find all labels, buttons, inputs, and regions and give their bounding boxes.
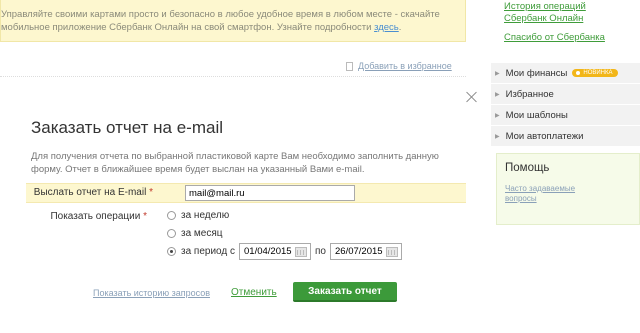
banner-line-1: Управляйте своими картами просто и безоп… bbox=[1, 9, 440, 20]
banner-line-2: мобильное приложение Сбербанк Онлайн на … bbox=[1, 21, 455, 34]
badge-label: НОВИНКА bbox=[583, 70, 613, 76]
sidebar-item-my-finances[interactable]: ▶ Мои финансы НОВИНКА bbox=[491, 63, 640, 84]
divider bbox=[0, 76, 466, 77]
show-operations-label-text: Показать операции bbox=[50, 211, 141, 222]
document-icon bbox=[346, 61, 353, 71]
sidebar-menu: ▶ Мои финансы НОВИНКА ▶ Избранное ▶ Мои … bbox=[491, 63, 640, 147]
radio-period-label: за период с bbox=[181, 246, 236, 257]
close-icon[interactable] bbox=[466, 91, 478, 103]
history-link-line-1: История операций bbox=[504, 1, 586, 12]
radio-period[interactable]: за период с 01/04/2015 по 26/07/2015 bbox=[167, 243, 406, 260]
promo-banner: Управляйте своими картами просто и безоп… bbox=[0, 0, 466, 42]
dialog-description: Для получения отчета по выбранной пласти… bbox=[31, 151, 439, 175]
faq-link[interactable]: Часто задаваемые вопросы bbox=[505, 184, 639, 204]
email-input[interactable] bbox=[185, 185, 355, 201]
sidebar-item-label: Мои шаблоны bbox=[505, 109, 568, 121]
chevron-right-icon: ▶ bbox=[495, 70, 500, 77]
radio-button-checked[interactable] bbox=[167, 247, 176, 256]
required-mark: * bbox=[149, 187, 153, 198]
radio-month-label: за месяц bbox=[181, 228, 223, 239]
show-history-link[interactable]: Показать историю запросов bbox=[93, 288, 210, 298]
help-title: Помощь bbox=[505, 162, 550, 174]
sidebar-item-templates[interactable]: ▶ Мои шаблоны bbox=[491, 105, 640, 126]
history-link-line-2: Сбербанк Онлайн bbox=[504, 13, 584, 24]
cancel-link[interactable]: Отменить bbox=[231, 287, 277, 298]
radio-button[interactable] bbox=[167, 229, 176, 238]
date-from-value: 01/04/2015 bbox=[244, 246, 292, 257]
email-row: Выслать отчет на E-mail * bbox=[26, 183, 466, 203]
radio-week[interactable]: за неделю bbox=[167, 210, 229, 221]
sidebar-item-favorites[interactable]: ▶ Избранное bbox=[491, 84, 640, 105]
banner-line-2-end: . bbox=[398, 22, 402, 33]
sidebar-item-label: Мои финансы bbox=[505, 67, 568, 79]
radio-month[interactable]: за месяц bbox=[167, 228, 223, 239]
right-sidebar: История операций Сбербанк Онлайн Спасибо… bbox=[491, 0, 640, 333]
calendar-icon[interactable] bbox=[386, 247, 398, 257]
date-to-label: по bbox=[315, 246, 326, 257]
sidebar-item-autopayments[interactable]: ▶ Мои автоплатежи bbox=[491, 126, 640, 147]
radio-week-label: за неделю bbox=[181, 210, 230, 221]
dialog-title: Заказать отчет на e-mail bbox=[31, 118, 224, 137]
chevron-right-icon: ▶ bbox=[495, 112, 500, 119]
help-box: Помощь Часто задаваемые вопросы bbox=[496, 153, 640, 225]
history-operations-link[interactable]: История операций Сбербанк Онлайн bbox=[504, 1, 586, 25]
favorites-row: Добавить в избранное bbox=[346, 61, 452, 71]
banner-line-2-text: мобильное приложение Сбербанк Онлайн на … bbox=[1, 22, 372, 33]
email-label: Выслать отчет на E-mail * bbox=[26, 187, 153, 198]
show-operations-label: Показать операции * bbox=[27, 211, 147, 222]
date-to-input[interactable]: 26/07/2015 bbox=[330, 243, 402, 260]
calendar-icon[interactable] bbox=[295, 247, 308, 257]
required-mark: * bbox=[143, 211, 147, 222]
date-to-value: 26/07/2015 bbox=[335, 246, 383, 257]
chevron-right-icon: ▶ bbox=[495, 133, 500, 140]
sidebar-item-label: Избранное bbox=[505, 88, 554, 100]
order-report-button[interactable]: Заказать отчет bbox=[293, 282, 397, 302]
sidebar-item-label: Мои автоплатежи bbox=[505, 130, 584, 142]
badge-dot-icon bbox=[576, 71, 581, 75]
date-from-input[interactable]: 01/04/2015 bbox=[239, 243, 312, 260]
new-badge: НОВИНКА bbox=[572, 69, 618, 77]
faq-link-line-1: Часто задаваемые bbox=[505, 184, 576, 193]
email-label-text: Выслать отчет на E-mail bbox=[33, 187, 147, 198]
spasibo-link[interactable]: Спасибо от Сбербанка bbox=[504, 32, 605, 44]
chevron-right-icon: ▶ bbox=[495, 91, 500, 98]
email-report-dialog: Заказать отчет на e-mail Для получения о… bbox=[0, 83, 490, 333]
banner-details-link[interactable]: здесь bbox=[374, 22, 399, 33]
add-to-favorites-link[interactable]: Добавить в избранное bbox=[358, 61, 452, 71]
radio-button[interactable] bbox=[167, 211, 176, 220]
faq-link-line-2: вопросы bbox=[505, 194, 537, 203]
